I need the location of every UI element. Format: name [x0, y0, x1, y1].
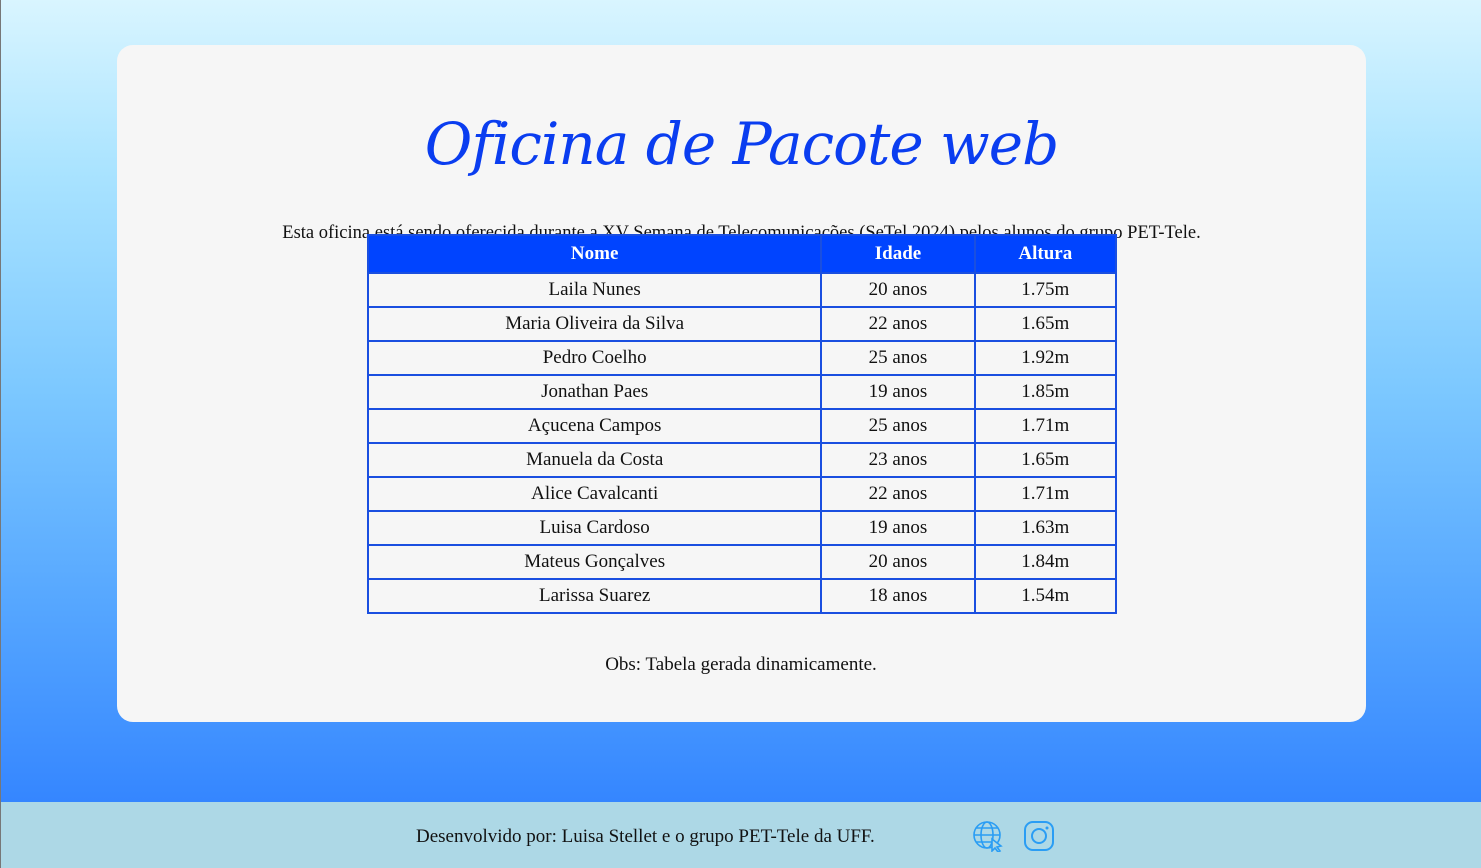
- cell-nome: Luisa Cardoso: [366, 510, 823, 546]
- cell-nome: Laila Nunes: [366, 272, 823, 308]
- page-footer: Desenvolvido por: Luisa Stellet e o grup…: [1, 802, 1481, 868]
- cell-altura: 1.71m: [973, 408, 1118, 444]
- footer-credit: Desenvolvido por: Luisa Stellet e o grup…: [416, 826, 875, 847]
- table-row: Mateus Gonçalves 20 anos 1.84m: [366, 544, 1118, 580]
- cell-nome: Pedro Coelho: [366, 340, 823, 376]
- cell-altura: 1.85m: [973, 374, 1118, 410]
- cell-altura: 1.84m: [973, 544, 1118, 580]
- table-row: Maria Oliveira da Silva 22 anos 1.65m: [366, 306, 1118, 342]
- table-header-row: Nome Idade Altura: [366, 234, 1118, 274]
- table-row: Alice Cavalcanti 22 anos 1.71m: [366, 476, 1118, 512]
- table-row: Luisa Cardoso 19 anos 1.63m: [366, 510, 1118, 546]
- table-row: Larissa Suarez 18 anos 1.54m: [366, 578, 1118, 614]
- cell-altura: 1.71m: [973, 476, 1118, 512]
- table-row: Laila Nunes 20 anos 1.75m: [366, 272, 1118, 308]
- cell-altura: 1.54m: [973, 578, 1118, 614]
- cell-nome: Mateus Gonçalves: [366, 544, 823, 580]
- table-row: Pedro Coelho 25 anos 1.92m: [366, 340, 1118, 376]
- cell-nome: Maria Oliveira da Silva: [366, 306, 823, 342]
- cell-altura: 1.75m: [973, 272, 1118, 308]
- cell-idade: 25 anos: [820, 408, 976, 444]
- page-title: Oficina de Pacote web: [424, 110, 1059, 178]
- table-row: Manuela da Costa 23 anos 1.65m: [366, 442, 1118, 478]
- cell-altura: 1.65m: [973, 306, 1118, 342]
- cell-nome: Jonathan Paes: [366, 374, 823, 410]
- column-header-idade: Idade: [820, 234, 976, 274]
- instagram-icon[interactable]: [1023, 820, 1055, 852]
- cell-idade: 18 anos: [820, 578, 976, 614]
- cell-idade: 23 anos: [820, 442, 976, 478]
- cell-idade: 22 anos: [820, 476, 976, 512]
- cell-nome: Alice Cavalcanti: [366, 476, 823, 512]
- globe-icon[interactable]: [972, 820, 1004, 854]
- cell-idade: 20 anos: [820, 272, 976, 308]
- cell-nome: Açucena Campos: [366, 408, 823, 444]
- people-table: Nome Idade Altura Laila Nunes 20 anos 1.…: [366, 234, 1118, 614]
- cell-altura: 1.65m: [973, 442, 1118, 478]
- cell-altura: 1.63m: [973, 510, 1118, 546]
- cell-altura: 1.92m: [973, 340, 1118, 376]
- cell-idade: 25 anos: [820, 340, 976, 376]
- table-row: Jonathan Paes 19 anos 1.85m: [366, 374, 1118, 410]
- cell-nome: Manuela da Costa: [366, 442, 823, 478]
- column-header-nome: Nome: [366, 234, 823, 274]
- cell-idade: 20 anos: [820, 544, 976, 580]
- table-row: Açucena Campos 25 anos 1.71m: [366, 408, 1118, 444]
- cell-nome: Larissa Suarez: [366, 578, 823, 614]
- cell-idade: 22 anos: [820, 306, 976, 342]
- column-header-altura: Altura: [973, 234, 1118, 274]
- cell-idade: 19 anos: [820, 374, 976, 410]
- cell-idade: 19 anos: [820, 510, 976, 546]
- table-note: Obs: Tabela gerada dinamicamente.: [605, 654, 877, 675]
